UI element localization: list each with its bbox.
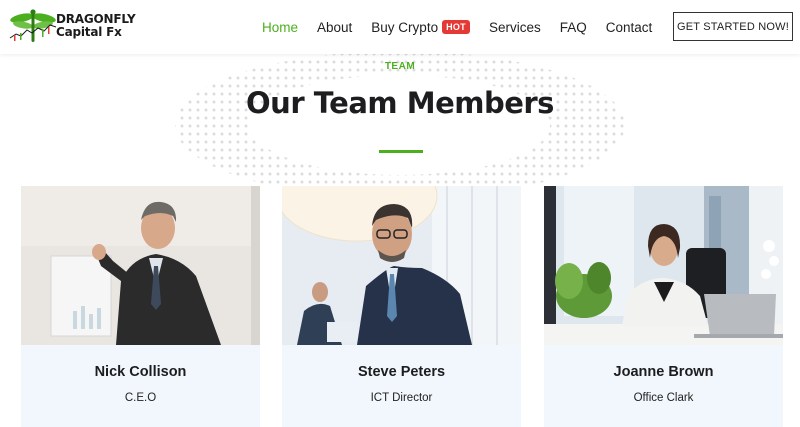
- nav-buy-crypto-label: Buy Crypto: [371, 19, 439, 35]
- brand-logo[interactable]: DRAGONFLY Capital Fx: [8, 8, 138, 44]
- team-member-photo: [21, 186, 260, 345]
- team-card[interactable]: Nick Collison C.E.O: [21, 186, 260, 427]
- team-card[interactable]: Joanne Brown Office Clark: [544, 186, 783, 427]
- nav-contact[interactable]: Contact: [606, 20, 653, 35]
- nav-about[interactable]: About: [317, 20, 352, 35]
- brand-name: DRAGONFLY Capital Fx: [56, 13, 136, 39]
- nav-services[interactable]: Services: [489, 20, 541, 35]
- title-underline: [379, 150, 423, 153]
- dragonfly-logo-icon: [9, 9, 57, 42]
- team-member-name: Nick Collison: [94, 364, 187, 380]
- section-title: Our Team Members: [246, 86, 554, 120]
- team-member-photo: [544, 186, 783, 345]
- nav-home[interactable]: Home: [262, 20, 298, 35]
- main-nav: Home About Buy Crypto HOT Services FAQ C…: [262, 17, 671, 37]
- team-member-role: ICT Director: [370, 392, 433, 404]
- nav-buy-crypto[interactable]: Buy Crypto HOT: [371, 20, 470, 35]
- team-member-name: Joanne Brown: [613, 364, 714, 380]
- team-member-photo: [282, 186, 521, 345]
- section-kicker: TEAM: [384, 61, 416, 72]
- get-started-button[interactable]: GET STARTED NOW!: [673, 12, 793, 41]
- brand-line-2: Capital Fx: [56, 25, 122, 39]
- team-member-role: Office Clark: [633, 392, 694, 404]
- team-card[interactable]: Steve Peters ICT Director: [282, 186, 521, 427]
- team-member-name: Steve Peters: [357, 364, 446, 380]
- team-member-role: C.E.O: [124, 392, 157, 404]
- hot-badge: HOT: [442, 20, 470, 34]
- site-header: DRAGONFLY Capital Fx Home About Buy Cryp…: [0, 0, 800, 54]
- nav-faq[interactable]: FAQ: [560, 20, 587, 35]
- decorative-dot-pattern: [170, 50, 630, 200]
